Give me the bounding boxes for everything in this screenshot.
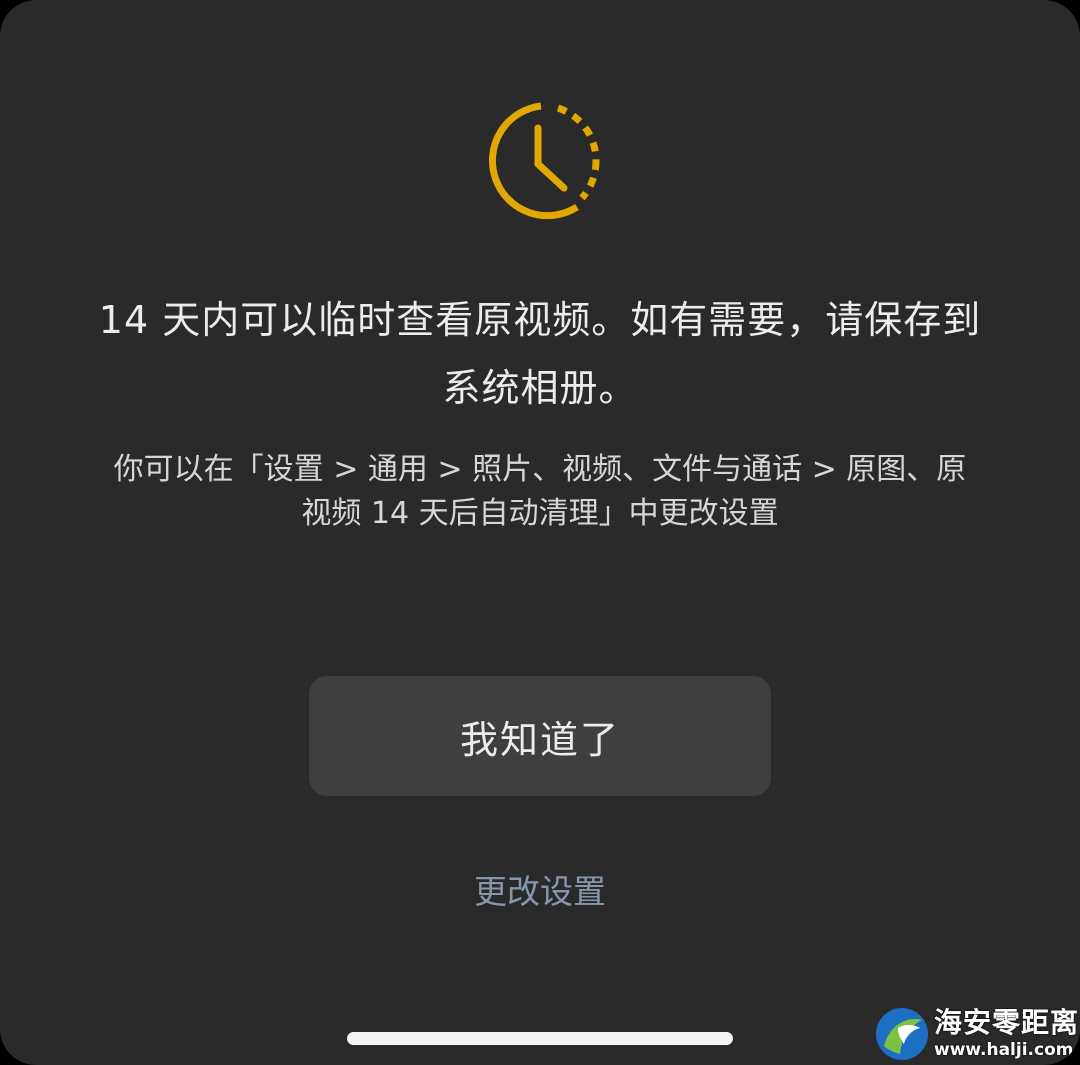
got-it-button[interactable]: 我知道了 (309, 676, 771, 796)
dialog-sheet: 14 天内可以临时查看原视频。如有需要，请保存到 系统相册。 你可以在「设置 >… (0, 0, 1080, 1065)
description-line-2: 视频 14 天后自动清理」中更改设置 (301, 496, 779, 531)
watermark-url: www.halji.com (934, 1040, 1074, 1060)
headline-line-2: 系统相册。 (442, 366, 638, 410)
description-line-1: 你可以在「设置 > 通用 > 照片、视频、文件与通话 > 原图、原 (113, 452, 967, 487)
dialog-headline: 14 天内可以临时查看原视频。如有需要，请保存到 系统相册。 (40, 286, 1040, 422)
watermark: 海安零距离 www.halji.com (874, 1004, 1078, 1064)
watermark-title: 海安零距离 (934, 1006, 1080, 1039)
change-settings-link[interactable]: 更改设置 (390, 868, 690, 916)
clock-timer-icon (488, 102, 600, 220)
dialog-description: 你可以在「设置 > 通用 > 照片、视频、文件与通话 > 原图、原 视频 14 … (40, 448, 1040, 536)
headline-line-1: 14 天内可以临时查看原视频。如有需要，请保存到 (98, 298, 982, 342)
home-indicator[interactable] (347, 1032, 733, 1045)
watermark-logo-icon (876, 1008, 928, 1060)
